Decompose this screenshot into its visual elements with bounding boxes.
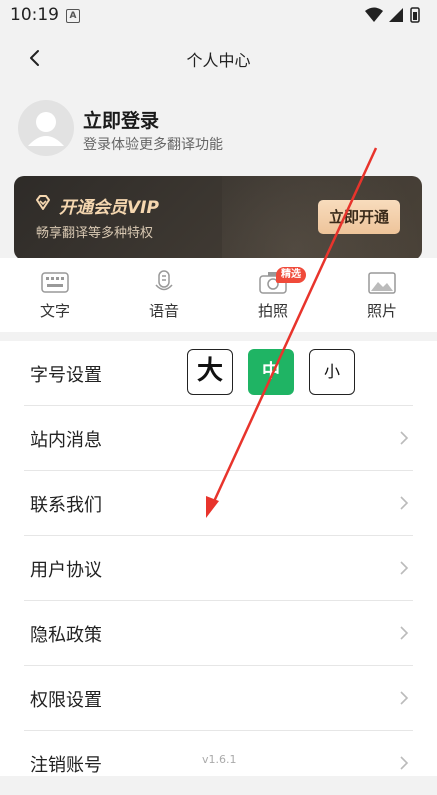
login-title[interactable]: 立即登录 xyxy=(83,106,159,133)
settings-item-label: 联系我们 xyxy=(30,495,102,516)
avatar[interactable] xyxy=(18,100,74,156)
open-vip-button[interactable]: 立即开通 xyxy=(318,200,400,234)
header: 个人中心 xyxy=(0,30,437,86)
tool-text[interactable]: 文字 xyxy=(20,270,90,330)
tool-voice[interactable]: 语音 xyxy=(129,270,199,330)
font-size-medium-button[interactable]: 中 xyxy=(248,349,294,395)
page-title: 个人中心 xyxy=(186,51,251,70)
tool-photo[interactable]: 照片 xyxy=(347,270,417,330)
app-version: v1.6.1 xyxy=(202,753,237,766)
vip-subtitle: 畅享翻译等多种特权 xyxy=(36,226,154,241)
status-time: 10:19 xyxy=(10,5,59,25)
chevron-right-icon xyxy=(400,431,409,445)
tool-label: 照片 xyxy=(366,302,397,320)
chevron-right-icon xyxy=(400,496,409,510)
chevron-right-icon xyxy=(400,561,409,575)
vip-card[interactable]: 开通会员VIP 畅享翻译等多种特权 立即开通 xyxy=(14,176,422,260)
settings-list: 字号设置 大 中 小 站内消息 联系我们 用户协议 隐私政策 权限设置 注销账号 xyxy=(0,341,437,776)
chevron-right-icon xyxy=(400,691,409,705)
featured-badge: 精选 xyxy=(276,267,306,283)
tool-label: 文字 xyxy=(39,302,70,320)
tool-label: 语音 xyxy=(148,302,179,320)
chevron-right-icon xyxy=(400,626,409,640)
image-icon xyxy=(368,272,396,294)
wifi-icon xyxy=(365,7,383,22)
notification-icon: A xyxy=(66,9,80,23)
user-icon xyxy=(28,112,64,146)
settings-item-label: 注销账号 xyxy=(30,755,102,776)
settings-item-user-agreement[interactable]: 用户协议 xyxy=(24,536,413,601)
settings-item-label: 站内消息 xyxy=(30,430,102,451)
vip-title: 开通会员VIP xyxy=(59,198,159,218)
signal-icon xyxy=(389,8,403,22)
translation-tools: 文字 语音 精选 拍照 照片 xyxy=(0,258,437,332)
settings-item-label: 权限设置 xyxy=(30,690,102,711)
settings-item-contact[interactable]: 联系我们 xyxy=(24,471,413,536)
status-icons xyxy=(365,7,420,23)
microphone-icon xyxy=(155,270,173,291)
settings-item-label: 隐私政策 xyxy=(30,625,102,646)
diamond-icon xyxy=(36,195,50,210)
font-size-row: 字号设置 大 中 小 xyxy=(24,341,413,406)
tool-camera[interactable]: 精选 拍照 xyxy=(238,267,308,330)
font-size-label: 字号设置 xyxy=(30,365,102,386)
chevron-right-icon xyxy=(400,756,409,770)
font-size-small-button[interactable]: 小 xyxy=(309,349,355,395)
status-bar: 10:19 A xyxy=(0,0,437,30)
settings-item-privacy[interactable]: 隐私政策 xyxy=(24,601,413,666)
keyboard-icon xyxy=(41,272,69,293)
settings-item-messages[interactable]: 站内消息 xyxy=(24,406,413,471)
settings-item-label: 用户协议 xyxy=(30,560,102,581)
login-subtitle: 登录体验更多翻译功能 xyxy=(83,137,223,153)
font-size-large-button[interactable]: 大 xyxy=(187,349,233,395)
login-profile[interactable]: 立即登录 登录体验更多翻译功能 xyxy=(18,100,418,160)
tool-label: 拍照 xyxy=(257,302,288,320)
settings-item-permissions[interactable]: 权限设置 xyxy=(24,666,413,731)
